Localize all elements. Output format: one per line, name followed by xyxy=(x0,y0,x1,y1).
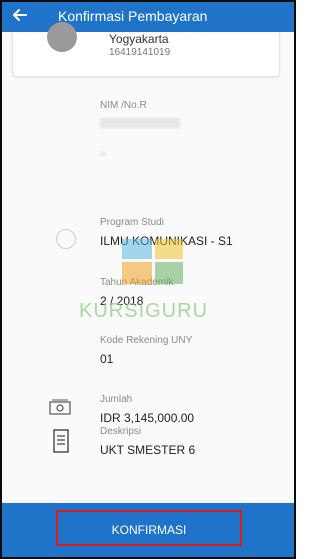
money-icon xyxy=(49,399,71,415)
page-title: Konfirmasi Pembayaran xyxy=(58,8,208,24)
receipt-icon xyxy=(53,429,69,453)
jumlah-label: Jumlah xyxy=(100,394,133,405)
nim-label: NIM /No.R xyxy=(100,100,147,111)
student-card: Yogyakarta 16419141019 xyxy=(12,22,280,77)
back-arrow-icon[interactable] xyxy=(10,5,30,25)
jumlah-value: IDR 3,145,000.00 xyxy=(100,411,195,425)
prodi-radio[interactable] xyxy=(56,229,76,249)
confirm-button[interactable]: KONFIRMASI xyxy=(56,510,242,546)
name-blurred-value xyxy=(100,152,106,156)
student-code: 16419141019 xyxy=(109,47,171,58)
app-header: Konfirmasi Pembayaran xyxy=(2,2,294,32)
deskripsi-label: Deskripsi xyxy=(100,426,142,437)
prodi-value: ILMU KOMUNIKASI - S1 xyxy=(100,234,233,248)
deskripsi-value: UKT SMESTER 6 xyxy=(100,443,196,457)
kursiguru-logo-watermark xyxy=(122,239,183,284)
nim-blurred-value xyxy=(100,118,180,128)
screen-frame: Konfirmasi Pembayaran Yogyakarta 1641914… xyxy=(0,0,296,559)
kode-label: Kode Rekening UNY xyxy=(100,335,193,346)
kode-value: 01 xyxy=(100,352,114,366)
avatar xyxy=(47,22,77,52)
prodi-label: Program Studi xyxy=(100,217,164,228)
bottom-bar: KONFIRMASI xyxy=(2,503,294,557)
student-city: Yogyakarta xyxy=(109,32,169,46)
tahun-label: Tahun Akademik xyxy=(100,277,174,288)
watermark-text: KURSIGURU xyxy=(79,300,209,322)
